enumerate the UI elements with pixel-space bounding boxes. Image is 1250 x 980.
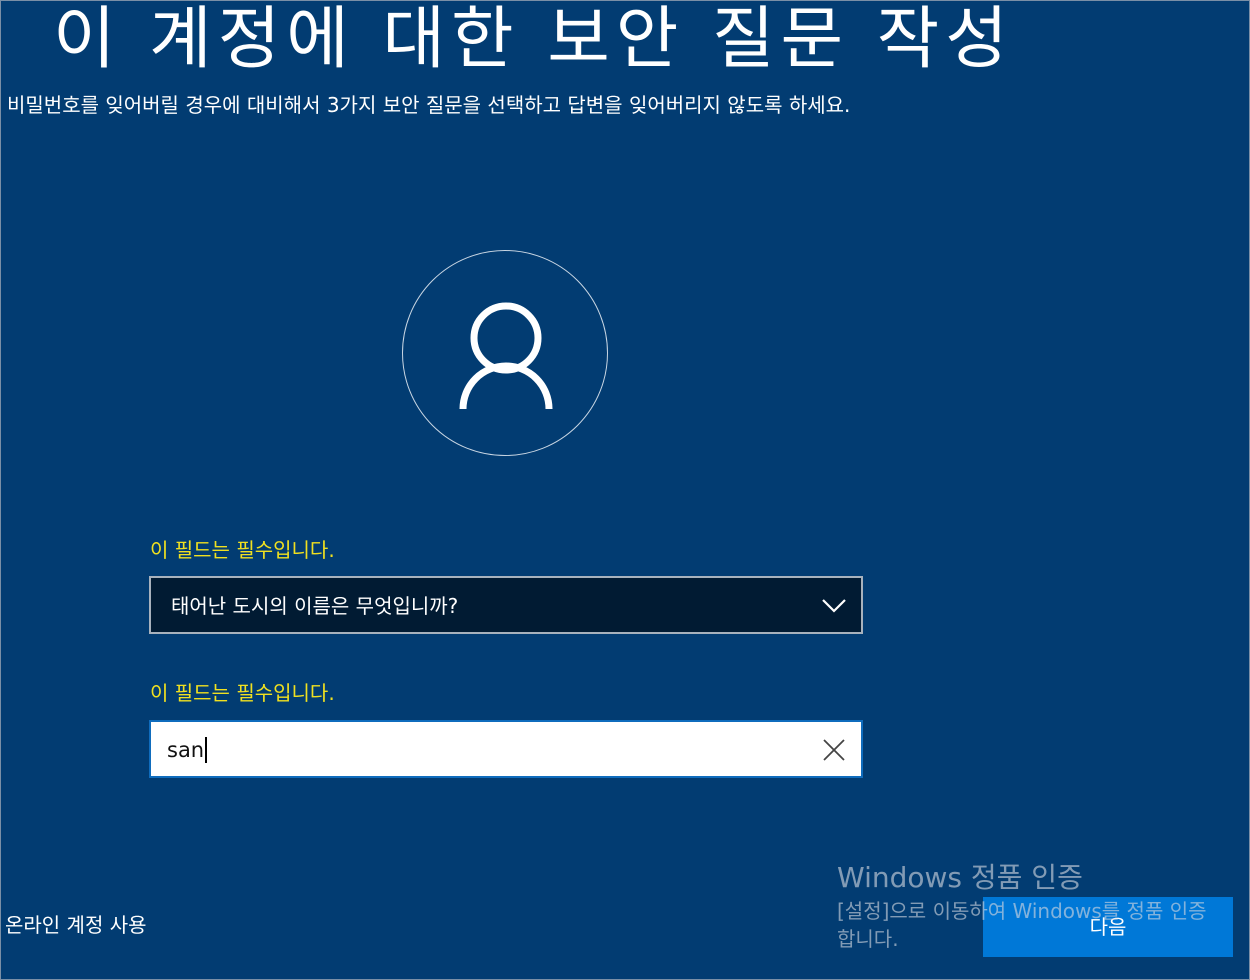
- security-question-dropdown[interactable]: 태어난 도시의 이름은 무엇입니까?: [149, 576, 863, 634]
- security-answer-value: san: [167, 736, 207, 764]
- security-answer-input[interactable]: san: [149, 720, 863, 778]
- security-answer-text: san: [167, 738, 205, 762]
- chevron-down-icon: [822, 599, 846, 613]
- use-online-account-link[interactable]: 온라인 계정 사용: [5, 911, 147, 939]
- oobe-screen: 이 계정에 대한 보안 질문 작성 비밀번호를 잊어버릴 경우에 대비해서 3가…: [0, 0, 1250, 980]
- next-button[interactable]: 다음: [983, 897, 1233, 957]
- close-icon: [823, 739, 845, 761]
- user-avatar: [402, 250, 608, 456]
- page-title: 이 계정에 대한 보안 질문 작성: [53, 0, 1014, 79]
- question-required-message: 이 필드는 필수입니다.: [150, 538, 335, 562]
- text-caret: [205, 737, 207, 763]
- clear-input-button[interactable]: [819, 735, 849, 765]
- answer-required-message: 이 필드는 필수입니다.: [150, 681, 335, 705]
- security-question-selected: 태어난 도시의 이름은 무엇입니까?: [171, 594, 459, 618]
- activation-watermark-title: Windows 정품 인증: [837, 861, 1083, 894]
- page-subtitle: 비밀번호를 잊어버릴 경우에 대비해서 3가지 보안 질문을 선택하고 답변을 …: [7, 93, 851, 117]
- user-icon: [459, 302, 553, 410]
